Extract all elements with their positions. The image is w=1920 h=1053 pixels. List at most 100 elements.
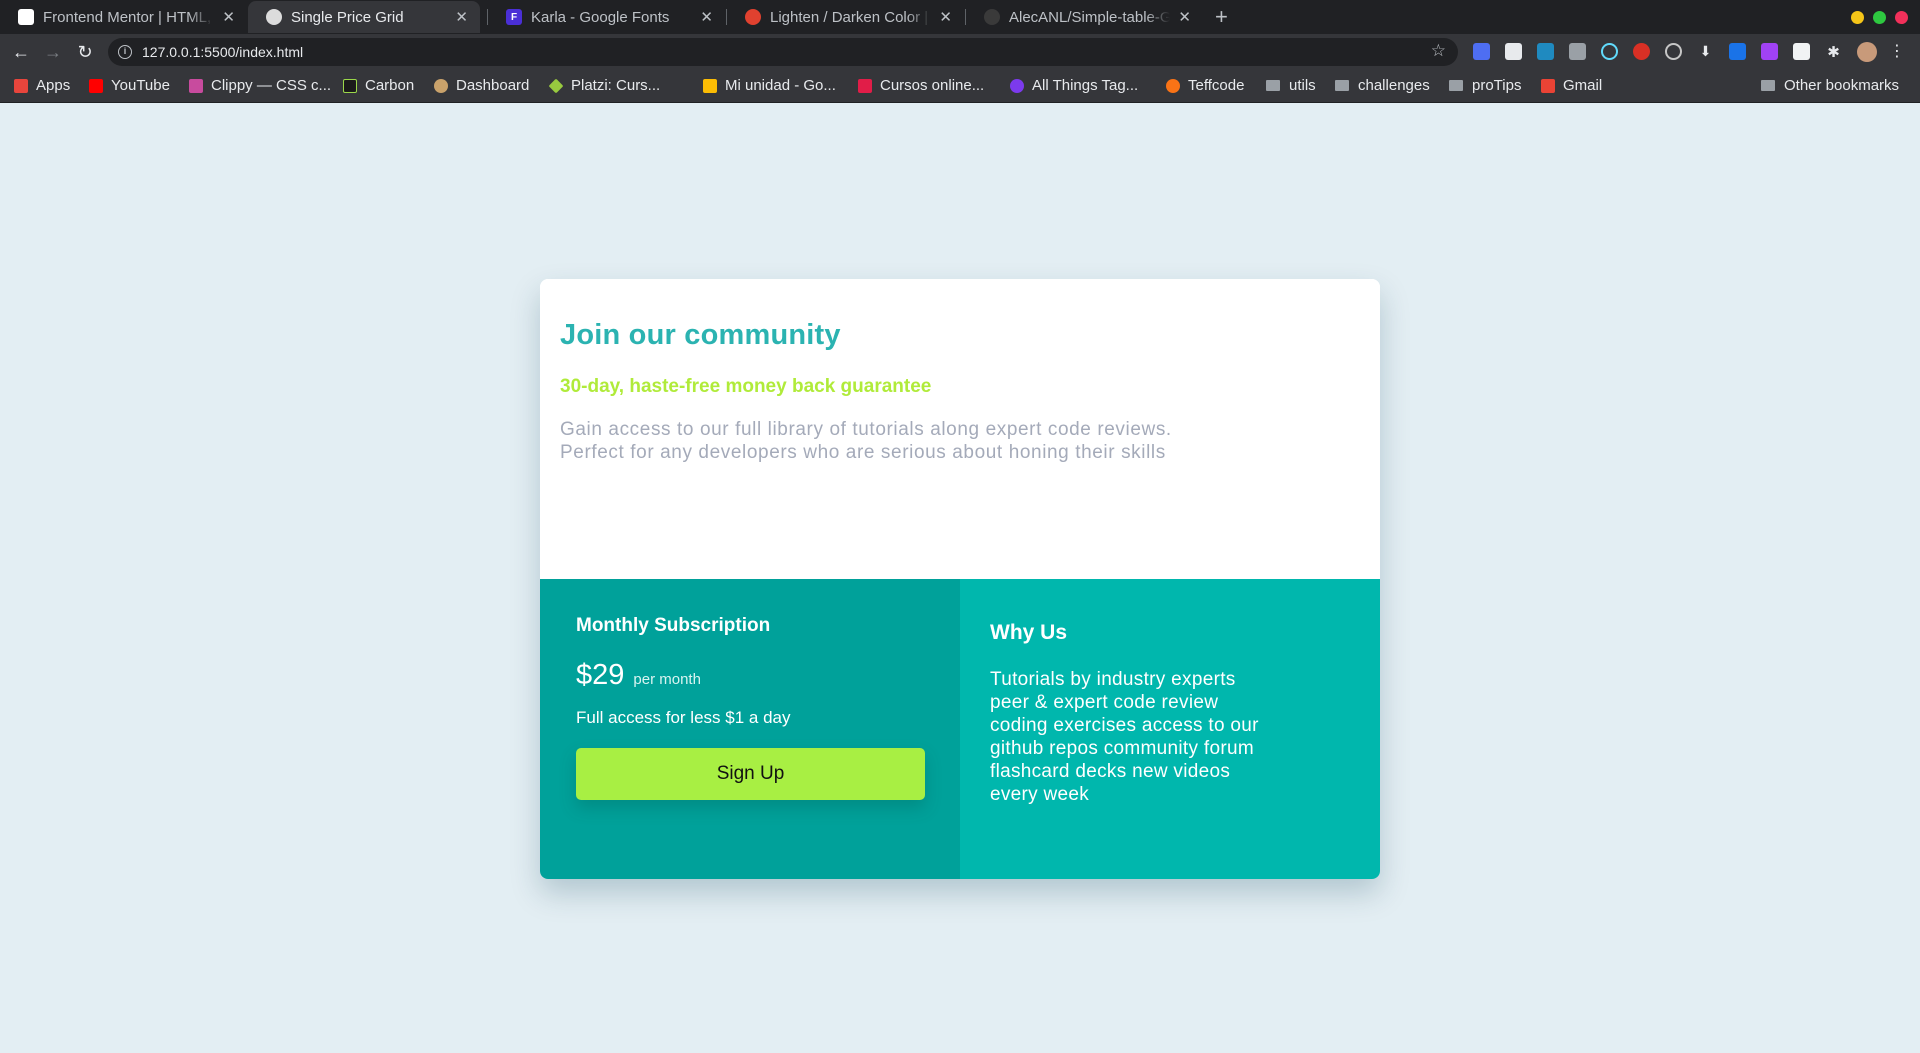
price-row: $29 per month: [576, 659, 924, 692]
ruler-extension-icon[interactable]: [1537, 43, 1554, 60]
folder-icon: [1449, 80, 1463, 91]
google-fonts-favicon-icon: F: [506, 9, 522, 25]
bookmark-label: Carbon: [365, 77, 415, 94]
all-things-tag-icon: [1010, 78, 1024, 93]
close-tab-icon[interactable]: ✕: [222, 8, 235, 26]
price-period: per month: [633, 671, 701, 688]
google-drive-icon: [703, 78, 717, 93]
window-resizer-extension-icon[interactable]: [1569, 43, 1586, 60]
folder-icon: [1266, 80, 1280, 91]
apps-grid-icon: [14, 78, 28, 93]
bookmark-dashboard[interactable]: Dashboard: [434, 77, 529, 94]
tab-title: Karla - Google Fonts: [531, 8, 670, 26]
close-tab-icon[interactable]: ✕: [1178, 8, 1191, 26]
download-arrow-extension-icon[interactable]: ⬇: [1697, 43, 1714, 60]
youtube-icon: [89, 78, 103, 93]
cursos-online-icon: [858, 78, 872, 93]
full-access-text: Full access for less $1 a day: [576, 708, 791, 727]
target-extension-icon[interactable]: [1665, 43, 1682, 60]
close-window-icon[interactable]: [1895, 11, 1908, 24]
bookmark-label: Platzi: Curs...: [571, 77, 661, 94]
maximize-window-icon[interactable]: [1873, 11, 1886, 24]
bookmark-carbon[interactable]: Carbon: [343, 77, 414, 94]
bookmark-apps[interactable]: Apps: [14, 77, 70, 94]
color-extension-icon[interactable]: [1761, 43, 1778, 60]
subscription-panel: Monthly Subscription $29 per month Full …: [540, 579, 960, 879]
browser-toolbar: ← → ↻ i 127.0.0.1:5500/index.html ☆ ⬇ ✱ …: [0, 34, 1920, 70]
tab-github-repo[interactable]: AlecANL/Simple-table-Gri ✕: [966, 1, 1203, 33]
bookmark-label: Gmail: [1563, 77, 1603, 94]
new-tab-plus-icon[interactable]: +: [1215, 3, 1228, 31]
folder-icon: [1761, 80, 1775, 91]
sign-up-button[interactable]: Sign Up: [576, 748, 925, 800]
close-tab-icon[interactable]: ✕: [455, 8, 468, 26]
tab-karla-google-fonts[interactable]: F Karla - Google Fonts ✕: [488, 1, 725, 33]
record-extension-icon[interactable]: [1633, 43, 1650, 60]
bookmark-label: Clippy — CSS c...: [211, 77, 332, 94]
back-arrow-icon[interactable]: ←: [10, 41, 32, 63]
address-url[interactable]: 127.0.0.1:5500/index.html: [142, 44, 303, 60]
more-menu-icon[interactable]: ⋮: [1889, 41, 1905, 61]
close-tab-icon[interactable]: ✕: [939, 8, 952, 26]
tab-lighten-darken-color[interactable]: Lighten / Darken Color | C ✕: [727, 1, 964, 33]
price-amount: $29: [576, 659, 625, 691]
react-devtools-extension-icon[interactable]: [1601, 43, 1618, 60]
bookmark-all-things-tag[interactable]: All Things Tag...: [1010, 77, 1138, 94]
dashboard-icon: [434, 78, 448, 93]
color-picker-favicon-icon: [745, 9, 761, 25]
bookmark-google-drive[interactable]: Mi unidad - Go...: [703, 77, 836, 94]
address-bar[interactable]: i 127.0.0.1:5500/index.html ☆: [108, 38, 1458, 66]
bookmark-label: proTips: [1472, 77, 1522, 94]
reload-icon[interactable]: ↻: [74, 41, 96, 63]
notion-extension-icon[interactable]: [1793, 43, 1810, 60]
bookmark-label: Mi unidad - Go...: [725, 77, 836, 94]
bookmark-label: Cursos online...: [880, 77, 985, 94]
close-tab-icon[interactable]: ✕: [700, 8, 713, 26]
minimize-window-icon[interactable]: [1851, 11, 1864, 24]
bookmark-label: YouTube: [111, 77, 170, 94]
bookmark-label: utils: [1289, 77, 1316, 94]
community-section: Join our community 30-day, haste-free mo…: [540, 279, 1380, 579]
why-us-heading: Why Us: [990, 621, 1068, 644]
bookmark-cursos-online[interactable]: Cursos online...: [858, 77, 984, 94]
why-us-text: Tutorials by industry experts peer & exp…: [990, 669, 1259, 805]
bookmark-folder-protips[interactable]: proTips: [1449, 77, 1521, 94]
bookmark-folder-utils[interactable]: utils: [1266, 77, 1316, 94]
tab-single-price-grid[interactable]: Single Price Grid ✕: [248, 1, 480, 33]
guarantee-text: 30-day, haste-free money back guarantee: [560, 376, 932, 397]
tab-title: Lighten / Darken Color | C: [770, 8, 932, 26]
bookmark-platzi[interactable]: Platzi: Curs...: [548, 77, 661, 94]
frontend-mentor-favicon-icon: [18, 9, 34, 25]
bookmark-other-bookmarks[interactable]: Other bookmarks: [1761, 77, 1899, 94]
pricing-card: Join our community 30-day, haste-free mo…: [540, 279, 1380, 879]
tab-frontend-mentor[interactable]: Frontend Mentor | HTML, ✕: [0, 1, 247, 33]
profile-avatar[interactable]: [1857, 42, 1877, 62]
site-info-icon[interactable]: i: [118, 45, 132, 59]
forward-arrow-icon[interactable]: →: [42, 41, 64, 63]
bookmark-label: Apps: [36, 77, 71, 94]
translate-extension-icon[interactable]: [1473, 43, 1490, 60]
bookmark-youtube[interactable]: YouTube: [89, 77, 170, 94]
platzi-icon: [548, 78, 564, 93]
clippy-icon: [189, 78, 203, 93]
tab-title: Frontend Mentor | HTML,: [43, 8, 212, 26]
subscription-heading: Monthly Subscription: [576, 615, 771, 636]
bookmark-label: Teffcode: [1188, 77, 1245, 94]
bookmark-clippy[interactable]: Clippy — CSS c...: [189, 77, 331, 94]
bookmark-teffcode[interactable]: Teffcode: [1166, 77, 1244, 94]
bookmark-label: Dashboard: [456, 77, 530, 94]
puzzle-extensions-icon[interactable]: ✱: [1825, 43, 1842, 61]
download-manager-extension-icon[interactable]: [1729, 43, 1746, 60]
bookmark-folder-challenges[interactable]: challenges: [1335, 77, 1430, 94]
tab-title: Single Price Grid: [291, 8, 404, 26]
card-title: Join our community: [560, 319, 841, 351]
bookmark-star-icon[interactable]: ☆: [1431, 41, 1446, 61]
bookmark-label: challenges: [1358, 77, 1430, 94]
github-favicon-icon: [984, 9, 1000, 25]
card-description: Gain access to our full library of tutor…: [560, 419, 1172, 463]
notes-extension-icon[interactable]: [1505, 43, 1522, 60]
bookmark-gmail[interactable]: Gmail: [1541, 77, 1602, 94]
teffcode-icon: [1166, 78, 1180, 93]
tab-title: AlecANL/Simple-table-Gri: [1009, 8, 1171, 26]
why-us-panel: Why Us Tutorials by industry experts pee…: [960, 579, 1380, 879]
